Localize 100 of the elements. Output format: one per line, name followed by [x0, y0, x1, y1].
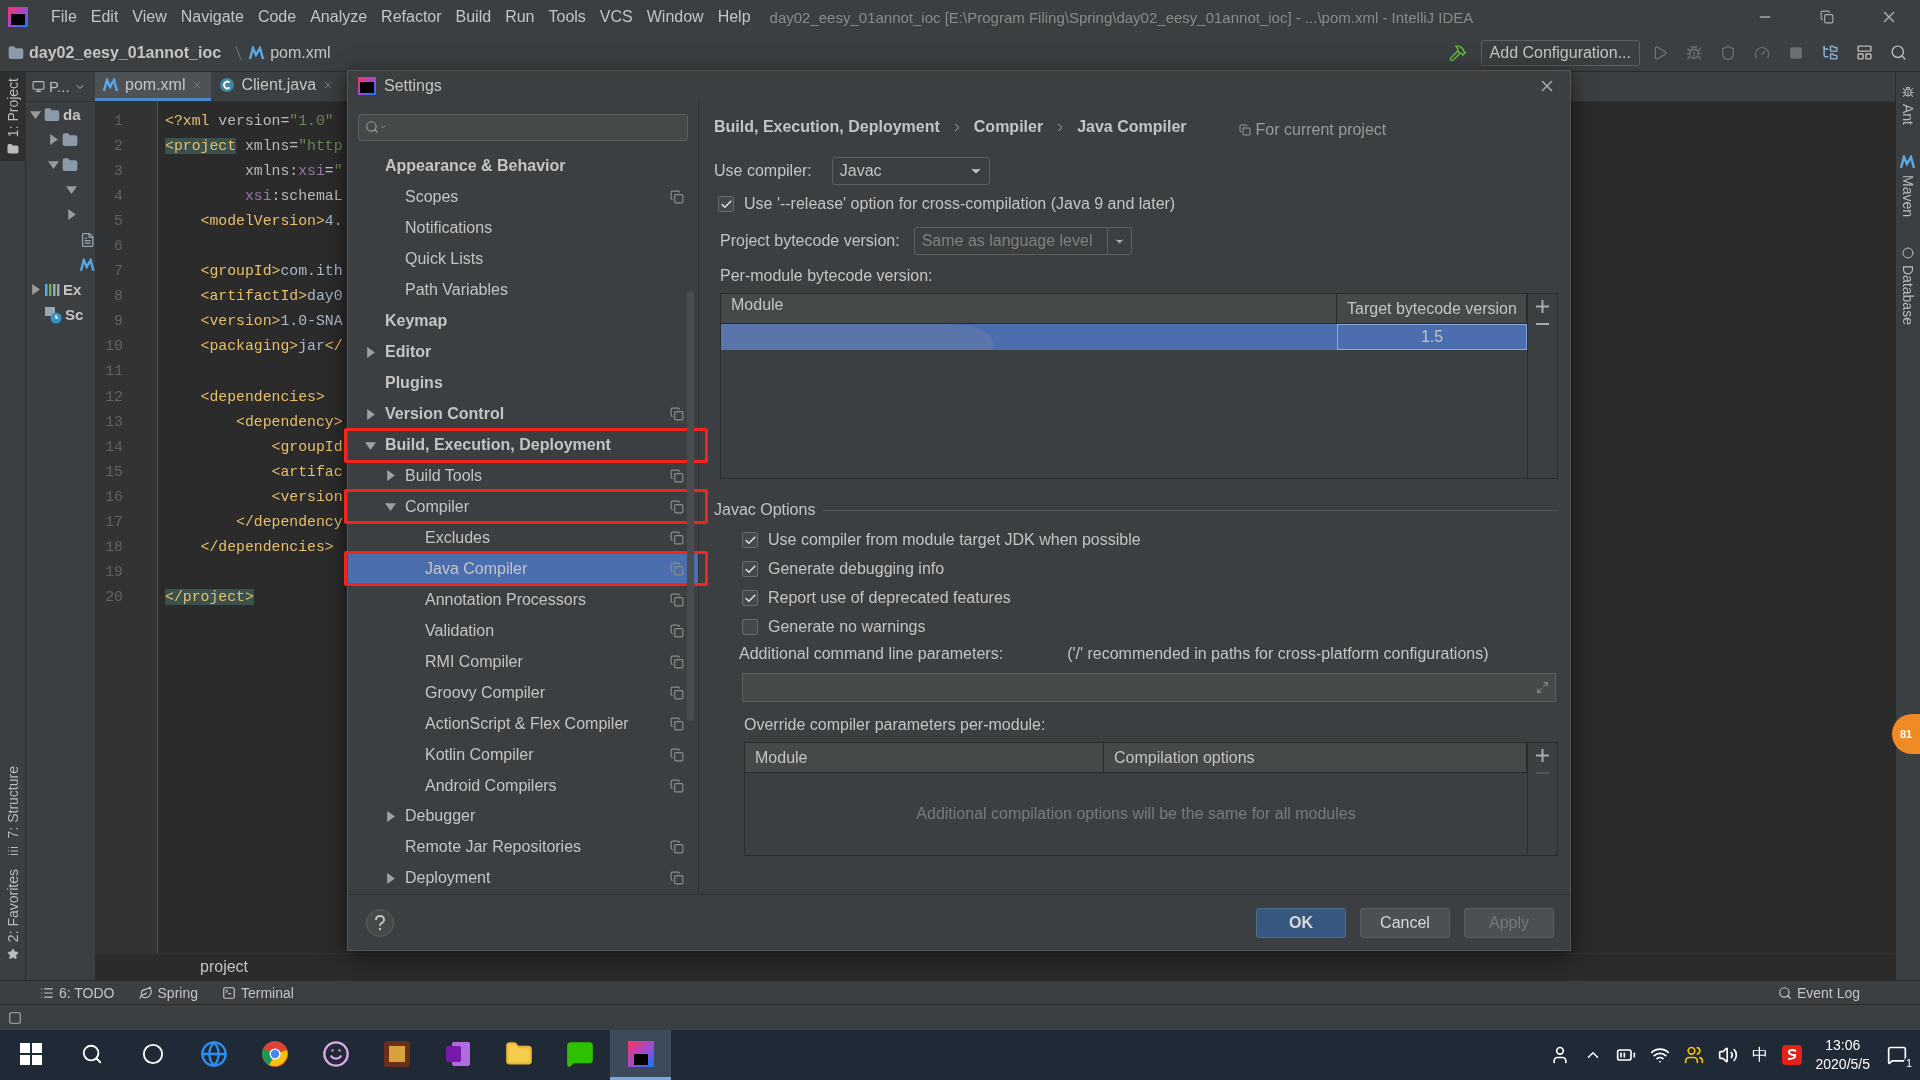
compiler-select[interactable]: Javac [831, 157, 990, 185]
collapsed-arrow-icon[interactable] [30, 284, 41, 295]
build-hammer-icon[interactable] [1448, 43, 1467, 62]
tree-item-label[interactable]: Ex [63, 281, 82, 298]
settings-tree-item[interactable]: Excludes [348, 522, 698, 554]
settings-tree-item[interactable]: Editor [348, 336, 698, 368]
settings-tree-item[interactable]: Debugger [348, 801, 698, 832]
collapsed-arrow-icon[interactable] [66, 209, 77, 220]
expanded-arrow-icon[interactable] [385, 501, 396, 513]
scrollbar-thumb[interactable] [687, 291, 694, 721]
tree-item-label[interactable]: da [63, 106, 81, 123]
windows-start-icon[interactable] [19, 1042, 42, 1065]
column-header[interactable]: Target bytecode version [1337, 294, 1527, 323]
expanded-arrow-icon[interactable] [30, 109, 41, 120]
tool-window-button[interactable]: 6: TODO [40, 984, 115, 1001]
checkbox[interactable] [718, 196, 734, 212]
notification-icon[interactable] [1887, 1045, 1907, 1065]
folder-tree-icon[interactable] [1821, 44, 1839, 61]
settings-tree-item[interactable]: Groovy Compiler [348, 677, 698, 709]
breadcrumb-item[interactable]: Java Compiler [1077, 118, 1187, 136]
settings-tree-item[interactable]: Version Control [348, 398, 698, 430]
add-icon[interactable] [1536, 749, 1549, 762]
add-icon[interactable] [1536, 300, 1549, 313]
wifi-icon[interactable] [1649, 1045, 1670, 1065]
menu-item[interactable]: Navigate [173, 8, 251, 26]
search-icon[interactable] [80, 1042, 103, 1065]
menu-item[interactable]: Help [710, 8, 758, 26]
tree-item-label[interactable]: Sc [65, 306, 84, 323]
settings-tree-item[interactable]: Deployment [348, 862, 698, 894]
event-log-button[interactable]: Event Log [1777, 984, 1860, 1001]
menu-item[interactable]: Refactor [374, 8, 449, 26]
settings-tree-item[interactable]: Compiler [348, 491, 698, 523]
menu-item[interactable]: Window [639, 8, 711, 26]
expanded-arrow-icon[interactable] [365, 439, 376, 451]
menu-item[interactable]: Run [498, 8, 542, 26]
panel-toggle-icon[interactable] [8, 1010, 22, 1025]
breadcrumb-item[interactable]: day02_eesy_01annot_ioc [29, 43, 222, 62]
tool-window-button[interactable]: 7: Structure [0, 760, 26, 863]
settings-tree-item[interactable]: Build, Execution, Deployment [348, 429, 698, 461]
collapsed-arrow-icon[interactable] [385, 470, 396, 482]
settings-tree-item[interactable]: Notifications [348, 212, 698, 244]
editor-tab[interactable]: pom.xml [95, 72, 212, 101]
tool-window-button[interactable]: Database [1895, 241, 1920, 331]
onenote-app-icon[interactable] [443, 1039, 472, 1068]
tray-app-icon[interactable] [1683, 1045, 1704, 1065]
restore-icon[interactable] [1820, 10, 1834, 24]
checkbox[interactable] [742, 532, 758, 548]
settings-tree-item[interactable]: Remote Jar Repositories [348, 831, 698, 863]
game-app-icon[interactable] [382, 1039, 411, 1068]
settings-tree-item[interactable]: Kotlin Compiler [348, 739, 698, 771]
expanded-arrow-icon[interactable] [48, 159, 59, 170]
command-line-input[interactable] [742, 673, 1556, 702]
tool-window-button[interactable]: 2: Favorites [0, 862, 26, 966]
chat-app-icon[interactable] [565, 1039, 594, 1068]
tool-window-button[interactable]: Ant [1895, 80, 1920, 131]
volume-icon[interactable] [1717, 1045, 1738, 1065]
menu-item[interactable]: VCS [592, 8, 640, 26]
search-field[interactable] [358, 114, 688, 141]
menu-item[interactable]: View [125, 8, 174, 26]
checkbox[interactable] [742, 590, 758, 606]
circle-icon[interactable] [141, 1042, 164, 1065]
menu-item[interactable]: Analyze [303, 8, 375, 26]
dialog-button[interactable]: OK [1256, 907, 1346, 938]
settings-tree-item[interactable]: Plugins [348, 367, 698, 399]
menu-item[interactable]: File [44, 8, 84, 26]
window-layout-icon[interactable] [1855, 44, 1873, 61]
settings-tree-item[interactable]: Quick Lists [348, 243, 698, 275]
checkbox[interactable] [742, 619, 758, 635]
tool-window-button[interactable]: 1: Project [0, 72, 26, 162]
menu-item[interactable]: Tools [541, 8, 593, 26]
menu-item[interactable]: Code [250, 8, 304, 26]
settings-tree-item[interactable]: Annotation Processors [348, 584, 698, 616]
tool-window-button[interactable]: Maven [1895, 149, 1920, 224]
editor-tab[interactable]: Client.java [211, 72, 343, 101]
input-method-indicator[interactable]: 中 [1751, 1044, 1768, 1066]
settings-tree-item[interactable]: ActionScript & Flex Compiler [348, 708, 698, 740]
run-configuration-button[interactable]: Add Configuration... [1480, 39, 1640, 66]
settings-tree-item[interactable]: Android Compilers [348, 770, 698, 801]
settings-tree-item[interactable]: Build Tools [348, 460, 698, 492]
settings-tree-item[interactable]: Path Variables [348, 274, 698, 306]
chrome-browser-icon[interactable] [260, 1039, 289, 1068]
column-header[interactable]: Module [745, 743, 1104, 772]
expand-icon[interactable] [1536, 681, 1549, 694]
column-header[interactable]: Module [721, 294, 1337, 323]
input-method-icon[interactable] [1781, 1045, 1802, 1065]
breadcrumb-item[interactable]: Compiler [973, 118, 1044, 136]
breadcrumb-item[interactable]: Build, Execution, Deployment [714, 118, 940, 136]
breadcrumb-item[interactable]: pom.xml [270, 43, 331, 62]
panel-title[interactable]: P... [49, 78, 70, 95]
tool-window-button[interactable]: Spring [138, 984, 198, 1001]
settings-tree-item[interactable]: RMI Compiler [348, 646, 698, 678]
menu-item[interactable]: Build [448, 8, 499, 26]
file-explorer-icon[interactable] [504, 1039, 533, 1068]
settings-tree-item[interactable]: Appearance & Behavior [348, 150, 698, 182]
settings-tree-item[interactable]: Validation [348, 615, 698, 647]
checkbox[interactable] [742, 561, 758, 577]
menu-item[interactable]: Edit [83, 8, 126, 26]
editor-breadcrumb[interactable]: project [200, 958, 249, 976]
collapsed-arrow-icon[interactable] [365, 346, 376, 358]
collapsed-arrow-icon[interactable] [385, 872, 396, 884]
